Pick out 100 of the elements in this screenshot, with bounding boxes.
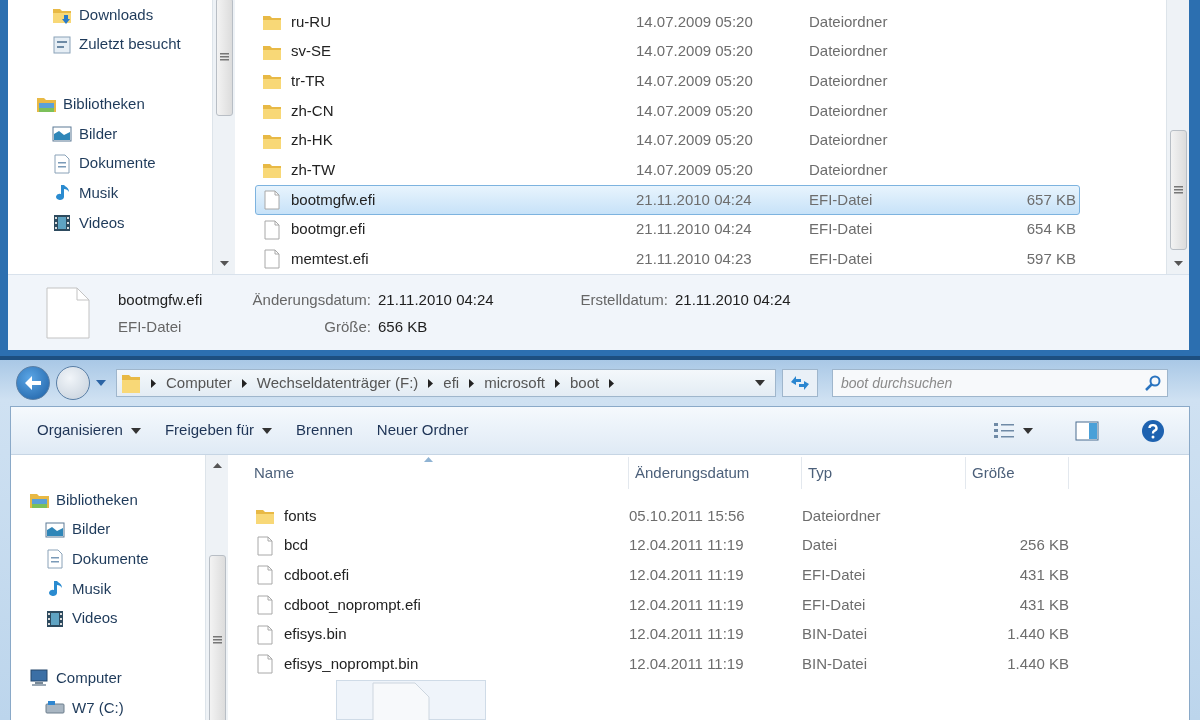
file-name: sv-SE <box>291 41 331 62</box>
sidebar-item[interactable]: Dokumente <box>36 148 212 179</box>
history-dropdown-icon[interactable] <box>96 380 106 386</box>
scrollbar[interactable] <box>1166 0 1189 274</box>
file-name: memtest.efi <box>291 249 369 270</box>
scroll-up-icon[interactable] <box>212 463 222 468</box>
file-name: efisys.bin <box>284 624 347 645</box>
modified-date: 12.04.2011 11:19 <box>629 536 744 554</box>
toolbar-button[interactable]: Neuer Ordner <box>364 415 481 446</box>
modified-date: 14.07.2009 05:20 <box>636 161 753 179</box>
property-value: 21.11.2010 04:24 <box>675 290 791 310</box>
file-row[interactable]: efisys_noprompt.bin 12.04.2011 11:19 BIN-Datei 1.440 KB <box>248 649 1073 680</box>
column-header[interactable]: Größe <box>965 457 1068 489</box>
modified-date: 21.11.2010 04:24 <box>636 220 752 238</box>
forward-button[interactable] <box>56 366 90 400</box>
scrollbar[interactable] <box>212 0 235 274</box>
file-row[interactable]: fonts 05.10.2011 15:56 Dateiordner <box>248 501 1073 531</box>
breadcrumb-item[interactable]: efi <box>443 371 460 395</box>
preview-pane-icon <box>1075 420 1099 441</box>
scrollbar[interactable] <box>205 455 228 720</box>
breadcrumb-arrow-icon[interactable] <box>241 378 247 388</box>
sidebar-item[interactable]: Computer <box>29 663 205 694</box>
sidebar-item[interactable]: Bibliotheken <box>29 485 205 515</box>
file-name: bootmgfw.efi <box>118 290 204 310</box>
modified-date: 14.07.2009 05:20 <box>636 12 753 30</box>
toolbar-button[interactable]: Organisieren <box>25 415 153 446</box>
file-type: EFI-Datei <box>118 316 183 337</box>
documents-icon <box>45 549 65 570</box>
file-row[interactable]: bcd 12.04.2011 11:19 Datei 256 KB <box>248 530 1073 561</box>
file-row[interactable]: memtest.efi 21.11.2010 04:23 EFI-Datei 597 KB <box>255 244 1080 274</box>
modified-date: 12.04.2011 11:19 <box>629 655 744 673</box>
breadcrumb-arrow-icon[interactable] <box>151 378 156 388</box>
scrollbar-thumb[interactable] <box>1169 130 1187 250</box>
file-icon <box>255 535 275 556</box>
sidebar-item[interactable]: Videos <box>36 208 212 238</box>
address-bar[interactable]: Computer Wechseldatenträger (F:) efi microsoft boot <box>116 369 776 397</box>
back-button[interactable] <box>16 366 50 400</box>
sidebar-item[interactable]: Bilder <box>29 514 205 545</box>
toolbar-button[interactable]: Brennen <box>284 415 365 446</box>
file-row[interactable]: efisys.bin 12.04.2011 11:19 BIN-Datei 1.440 KB <box>248 619 1073 650</box>
column-header[interactable]: Typ <box>801 457 965 489</box>
sidebar-item[interactable]: Zuletzt besucht <box>36 29 212 60</box>
scrollbar-thumb[interactable] <box>215 0 233 116</box>
column-header[interactable]: Änderungsdatum <box>628 457 801 489</box>
breadcrumb-arrow-icon[interactable] <box>428 378 434 388</box>
grip-icon <box>1173 186 1183 194</box>
file-name: bcd <box>284 535 309 556</box>
column-header[interactable]: Name <box>254 457 628 489</box>
file-row[interactable]: zh-HK 14.07.2009 05:20 Dateiordner <box>255 125 1080 156</box>
file-icon <box>255 594 275 615</box>
breadcrumb-arrow-icon[interactable] <box>609 378 615 388</box>
property-label: Erstelldatum: <box>579 290 669 310</box>
property-label: Änderungsdatum: <box>251 290 372 310</box>
toolbar-button[interactable]: Freigeben für <box>152 415 285 446</box>
file-row[interactable]: bootmgfw.efi 21.11.2010 04:24 EFI-Datei 657 KB <box>255 185 1080 215</box>
folder-icon <box>121 372 141 394</box>
breadcrumb-arrow-icon[interactable] <box>469 378 475 388</box>
help-icon <box>1141 418 1165 443</box>
breadcrumb-item[interactable]: Wechseldatenträger (F:) <box>256 371 419 395</box>
sidebar-item[interactable]: Dokumente <box>29 544 205 575</box>
scroll-down-icon[interactable] <box>1173 261 1183 266</box>
file-type: Dateiordner <box>809 101 888 119</box>
breadcrumb-item[interactable]: boot <box>570 371 600 395</box>
file-type: BIN-Datei <box>802 625 868 643</box>
sidebar-item[interactable]: Bilder <box>36 119 212 149</box>
file-row[interactable]: bootmgr.efi 21.11.2010 04:24 EFI-Datei 654 KB <box>255 214 1080 245</box>
grip-icon <box>219 53 229 61</box>
recent-places-icon <box>52 34 72 55</box>
property-value: 21.11.2010 04:24 <box>378 290 495 310</box>
file-size: 431 KB <box>1019 565 1069 583</box>
sidebar-item[interactable]: Musik <box>36 178 212 209</box>
file-size: 431 KB <box>1019 595 1069 613</box>
breadcrumb-arrow-icon[interactable] <box>555 378 560 388</box>
modified-date: 12.04.2011 11:19 <box>629 625 744 643</box>
breadcrumb-item[interactable]: microsoft <box>484 371 545 395</box>
scroll-down-icon[interactable] <box>219 261 229 266</box>
documents-icon <box>52 153 72 174</box>
file-type: Dateiordner <box>802 506 881 524</box>
sidebar-item[interactable]: W7 (C:) <box>29 693 205 720</box>
file-type: EFI-Datei <box>802 565 866 583</box>
file-row[interactable]: zh-CN 14.07.2009 05:20 Dateiordner <box>255 96 1080 126</box>
breadcrumb-item[interactable]: Computer <box>166 371 232 395</box>
sidebar-item[interactable]: Bibliotheken <box>36 89 212 120</box>
file-type: Datei <box>802 536 838 554</box>
pictures-icon <box>45 519 65 540</box>
file-row[interactable]: cdboot_noprompt.efi 12.04.2011 11:19 EFI-Datei 431 KB <box>248 590 1073 620</box>
file-row[interactable]: zh-TW 14.07.2009 05:20 Dateiordner <box>255 155 1080 186</box>
file-row[interactable]: tr-TR 14.07.2009 05:20 Dateiordner <box>255 66 1080 97</box>
caret-icon <box>1023 427 1033 434</box>
file-row[interactable]: cdboot.efi 12.04.2011 11:19 EFI-Datei 431 KB <box>248 560 1073 591</box>
grip-icon <box>212 636 222 644</box>
dropdown-icon[interactable] <box>755 380 765 386</box>
sidebar-item[interactable]: Downloads <box>36 0 212 30</box>
sidebar-item[interactable]: Musik <box>29 574 205 604</box>
modified-date: 14.07.2009 05:20 <box>636 131 753 149</box>
file-row[interactable]: sv-SE 14.07.2009 05:20 Dateiordner <box>255 36 1080 67</box>
scrollbar-thumb[interactable] <box>208 555 226 720</box>
refresh-button[interactable] <box>782 369 818 397</box>
file-row[interactable]: ru-RU 14.07.2009 05:20 Dateiordner <box>255 7 1080 37</box>
sidebar-item[interactable]: Videos <box>29 603 205 634</box>
